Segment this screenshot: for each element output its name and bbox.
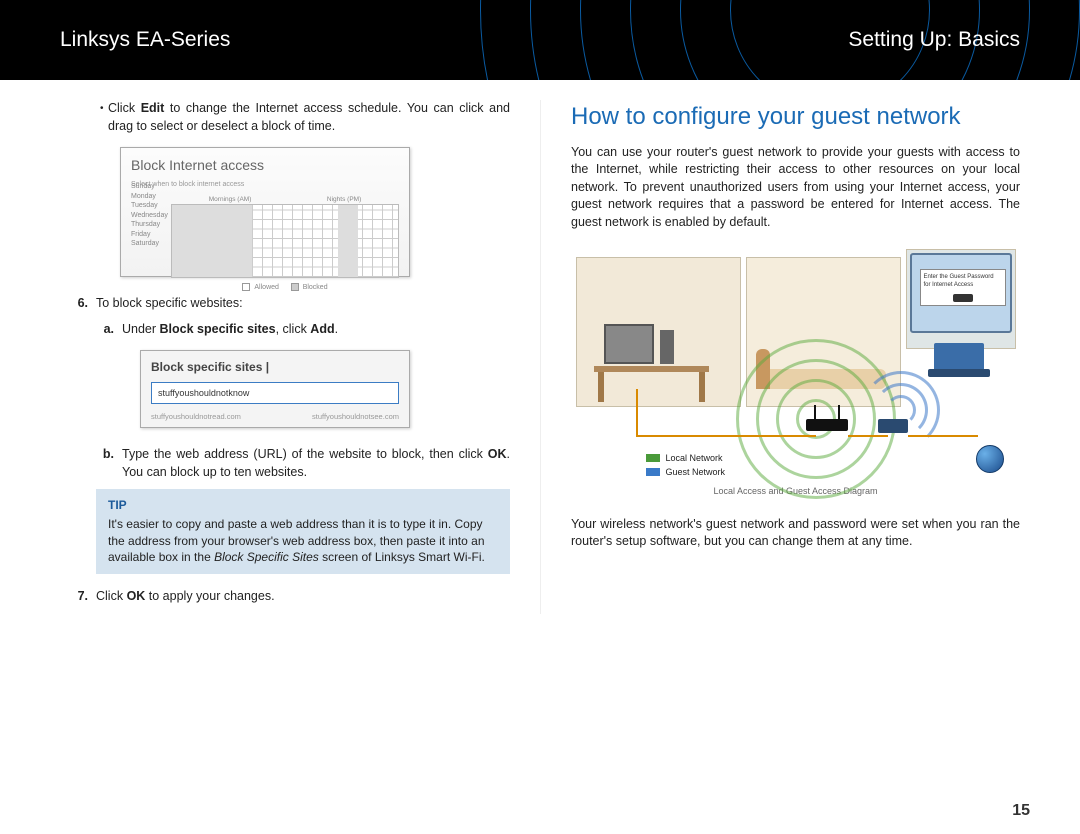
screenshot-block-internet: Block Internet access Select when to blo… bbox=[120, 147, 410, 277]
modem-icon bbox=[878, 419, 908, 433]
legend-guest: Guest Network bbox=[646, 466, 726, 479]
tip-text: It's easier to copy and paste a web addr… bbox=[108, 516, 498, 566]
guest-wifi-waves bbox=[856, 345, 976, 445]
tip-box: TIP It's easier to copy and paste a web … bbox=[96, 489, 510, 574]
page-number: 15 bbox=[1012, 802, 1030, 820]
header-title-left: Linksys EA-Series bbox=[60, 28, 230, 52]
ss2-title: Block specific sites | bbox=[151, 359, 399, 376]
ss1-subtitle: Select when to block internet access bbox=[131, 180, 399, 190]
step-6a: a. Under Block specific sites, click Add… bbox=[60, 321, 510, 339]
step-6b: b. Type the web address (URL) of the web… bbox=[60, 446, 510, 481]
guest-monitor: Enter the Guest Password for Internet Ac… bbox=[910, 253, 1012, 333]
intro-paragraph: You can use your router's guest network … bbox=[571, 144, 1020, 232]
step-6: 6. To block specific websites: bbox=[60, 295, 510, 313]
tip-label: TIP bbox=[108, 497, 498, 514]
step-7: 7. Click OK to apply your changes. bbox=[60, 588, 510, 606]
network-diagram: Enter the Guest Password for Internet Ac… bbox=[576, 249, 1016, 479]
bullet-edit-schedule: • Click Edit to change the Internet acce… bbox=[60, 100, 510, 135]
day-labels: Sunday Monday Tuesday Wednesday Thursday… bbox=[131, 182, 168, 249]
ss1-title: Block Internet access bbox=[131, 156, 399, 176]
screenshot-block-sites: Block specific sites | stuffyoushouldnot… bbox=[140, 350, 410, 428]
ss1-legend: Allowed Blocked bbox=[171, 282, 399, 292]
section-heading: How to configure your guest network bbox=[571, 100, 1020, 134]
header-title-right: Setting Up: Basics bbox=[848, 28, 1020, 52]
ss2-input: stuffyoushouldnotknow bbox=[151, 382, 399, 405]
right-column: How to configure your guest network You … bbox=[540, 100, 1040, 614]
legend-local: Local Network bbox=[646, 452, 726, 465]
para-2: Your wireless network's guest network an… bbox=[571, 516, 1020, 551]
page-header: Linksys EA-Series Setting Up: Basics bbox=[0, 0, 1080, 80]
left-column: • Click Edit to change the Internet acce… bbox=[40, 100, 540, 614]
page-body: • Click Edit to change the Internet acce… bbox=[0, 80, 1080, 624]
globe-icon bbox=[976, 445, 1004, 473]
schedule-grid bbox=[171, 204, 399, 278]
office-desk bbox=[594, 344, 709, 399]
router-icon bbox=[806, 419, 848, 431]
